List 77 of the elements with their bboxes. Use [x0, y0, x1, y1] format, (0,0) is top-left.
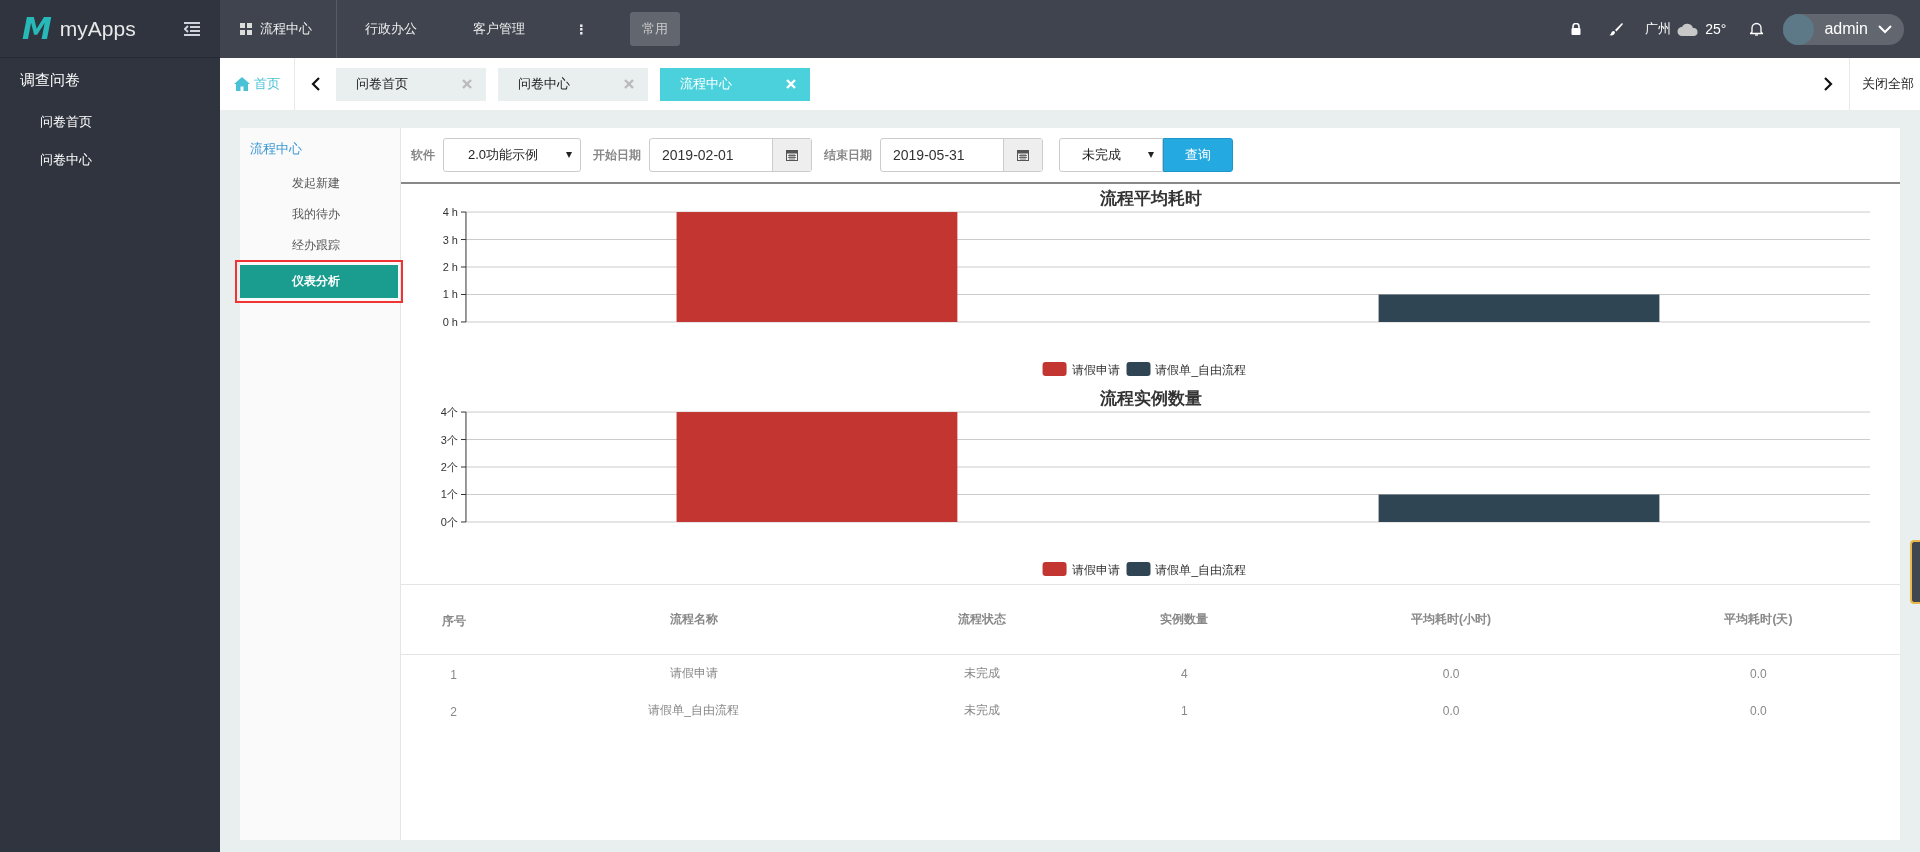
table-cell: 0.0 [1750, 666, 1767, 681]
temperature: 25° [1705, 21, 1727, 37]
sidebar-item[interactable]: 问卷中心 [0, 141, 220, 179]
axis-tick-label: 3 h [442, 233, 458, 246]
city-label: 广州 [1645, 20, 1672, 38]
dropdown-icon [1148, 152, 1154, 158]
cloud-icon [1677, 22, 1700, 36]
table-cell: 未完成 [964, 703, 1001, 717]
side-handle-icon[interactable] [1910, 540, 1920, 604]
table-cell: 请假单_自由流程 [648, 703, 739, 717]
legend-label[interactable]: 请假申请 [1071, 362, 1120, 377]
legend-label[interactable]: 请假单_自由流程 [1155, 562, 1247, 577]
axis-tick-label: 2 h [442, 261, 458, 273]
end-date-field[interactable]: 2019-05-31 [880, 138, 1043, 172]
column-header: 序号 [401, 585, 507, 655]
column-header: 平均耗时(天) [1616, 585, 1900, 655]
menu-item[interactable]: 我的待办 [240, 199, 400, 230]
chevron-left-icon[interactable] [311, 77, 320, 91]
chart-title: 流程实例数量 [1099, 389, 1202, 409]
axis-tick-label: 2个 [440, 461, 458, 473]
chart-title: 流程平均耗时 [1099, 189, 1202, 209]
page-tab[interactable]: 问卷中心 [498, 67, 648, 101]
legend-swatch[interactable] [1042, 561, 1067, 576]
avatar [1783, 13, 1815, 45]
software-select[interactable]: 2.0功能示例 [443, 138, 581, 172]
axis-tick-label: 4个 [440, 406, 458, 419]
calendar-icon [1017, 149, 1029, 161]
legend-label[interactable]: 请假单_自由流程 [1155, 362, 1247, 377]
app-name: myApps [59, 16, 136, 41]
sidebar-item[interactable]: 问卷首页 [0, 103, 220, 141]
calendar-icon [786, 149, 798, 161]
menu-item[interactable]: 经办跟踪 [240, 230, 400, 261]
column-header: 平均耗时(小时) [1285, 585, 1617, 655]
axis-tick-label: 0 h [442, 315, 458, 328]
more-button[interactable]: ⋮ [553, 0, 610, 58]
table-cell: 1 [450, 668, 457, 682]
axis-tick-label: 3个 [440, 433, 458, 446]
axis-tick-label: 4 h [442, 206, 458, 219]
legend-swatch[interactable] [1042, 361, 1067, 376]
legend-swatch[interactable] [1126, 561, 1151, 576]
legend-swatch[interactable] [1126, 361, 1151, 376]
axis-tick-label: 1个 [440, 488, 458, 501]
nav-item[interactable]: 客户管理 [445, 0, 553, 58]
table-cell: 未完成 [964, 666, 1001, 680]
brush-icon[interactable] [1609, 22, 1624, 36]
table-cell: 0.0 [1442, 666, 1460, 681]
nav-item[interactable]: 行政办公 [337, 0, 445, 58]
page-tab[interactable]: 问卷首页 [336, 67, 486, 101]
table-cell: 4 [1180, 666, 1188, 681]
logo-mark: M [22, 11, 52, 46]
chevron-right-icon[interactable] [1824, 77, 1833, 91]
column-header: 实例数量 [1083, 585, 1286, 655]
software-label: 软件 [411, 146, 435, 164]
column-header: 流程名称 [506, 585, 881, 655]
axis-tick-label: 0个 [440, 515, 458, 528]
chevron-down-icon [1878, 24, 1892, 34]
table-cell: 1 [1180, 703, 1188, 718]
legend-label[interactable]: 请假申请 [1071, 562, 1120, 577]
collapse-menu-icon[interactable] [184, 21, 200, 36]
home-icon [234, 77, 250, 91]
sidebar-section-title[interactable]: 调查问卷 [0, 58, 220, 103]
column-header: 流程状态 [880, 585, 1084, 655]
grid-icon [240, 23, 252, 35]
bell-icon[interactable] [1750, 22, 1764, 36]
common-button[interactable]: 常用 [630, 12, 680, 46]
menu-item[interactable]: 发起新建 [240, 168, 400, 199]
end-date-label: 结束日期 [824, 146, 872, 164]
dropdown-icon [566, 152, 572, 158]
table-cell: 0.0 [1442, 703, 1460, 718]
start-date-field[interactable]: 2019-02-01 [649, 138, 812, 172]
axis-tick-label: 1 h [442, 288, 458, 301]
start-date-label: 开始日期 [593, 146, 641, 164]
lock-icon[interactable] [1571, 23, 1582, 35]
table-cell: 2 [450, 705, 457, 719]
user-menu[interactable]: admin [1783, 13, 1904, 45]
table-cell: 请假申请 [669, 666, 718, 680]
table-cell: 0.0 [1750, 703, 1767, 718]
